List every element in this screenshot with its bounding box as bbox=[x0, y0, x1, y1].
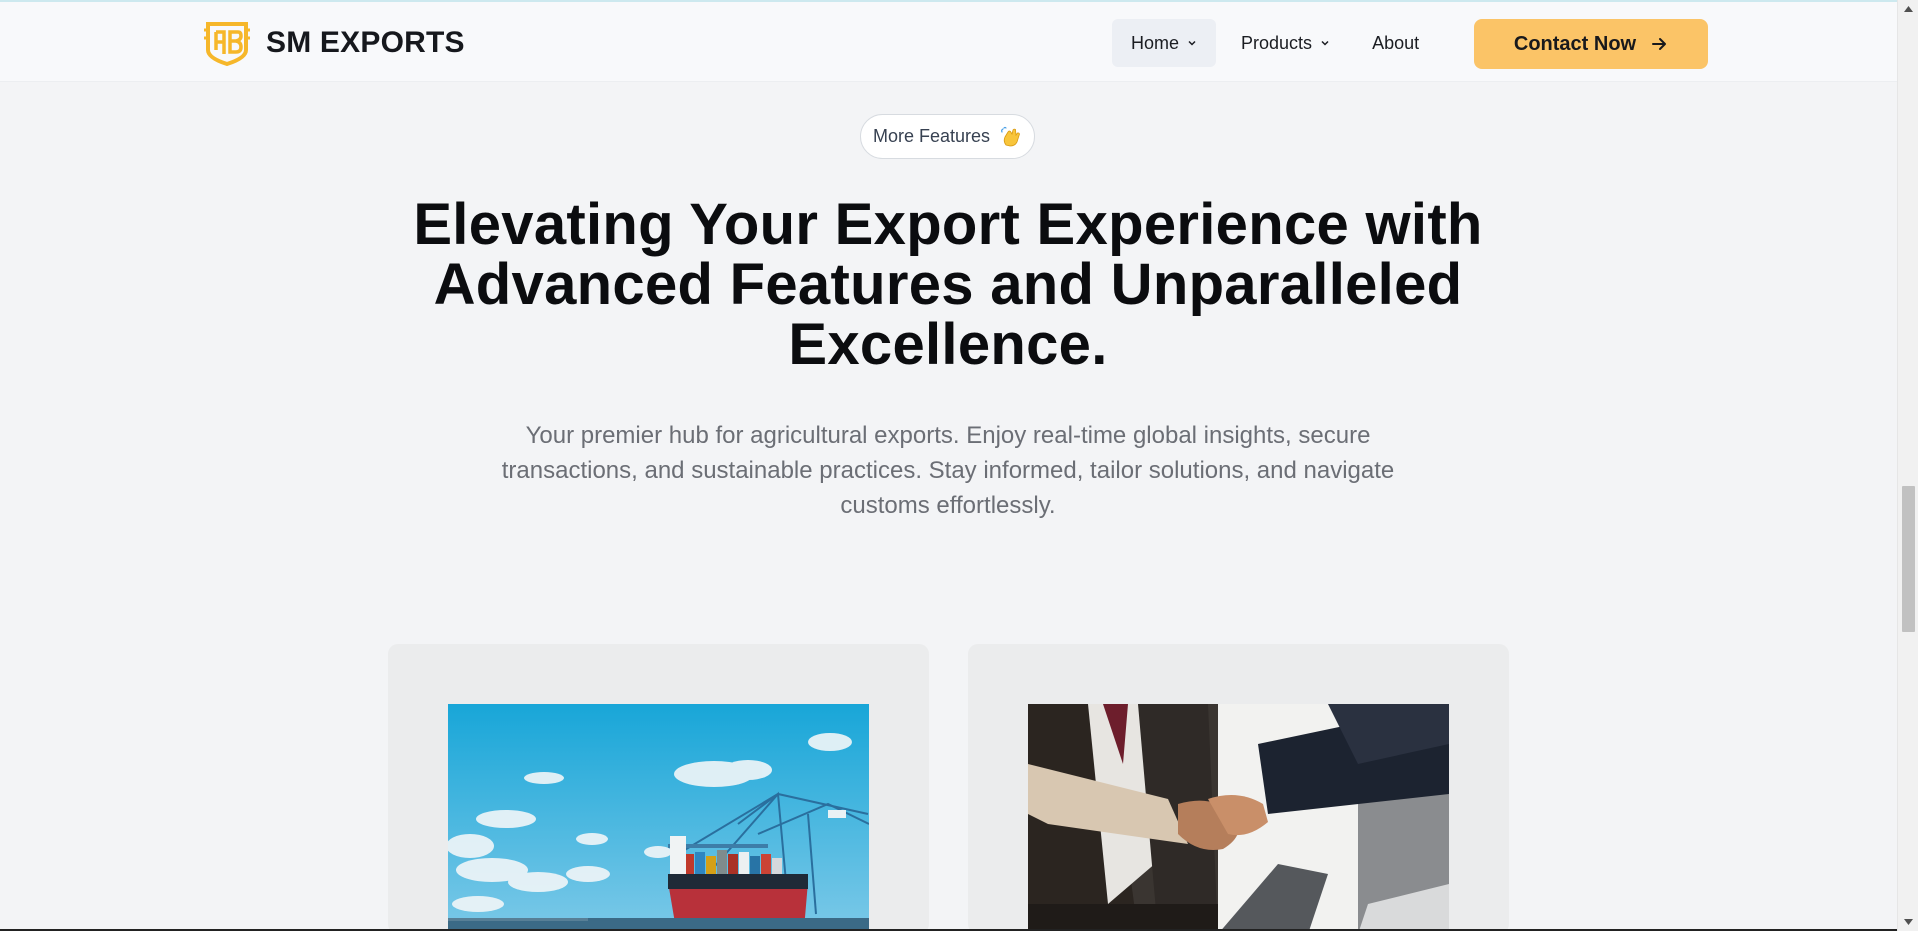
contact-now-label: Contact Now bbox=[1513, 32, 1637, 55]
scroll-down-arrow-icon[interactable] bbox=[1903, 917, 1914, 927]
waving-hand-icon bbox=[1001, 126, 1020, 146]
hero-title: Elevating Your Export Experience with Ad… bbox=[413, 192, 1483, 377]
business-handshake-image bbox=[1028, 704, 1449, 931]
nav-home-label: Home bbox=[1131, 32, 1180, 53]
feature-card bbox=[388, 644, 929, 931]
nav-home[interactable]: Home bbox=[1112, 19, 1217, 67]
nav-about-label: About bbox=[1372, 32, 1420, 53]
container-ship-port-image bbox=[448, 704, 869, 931]
more-features-badge: More Features bbox=[860, 114, 1035, 159]
nav-products-label: Products bbox=[1241, 32, 1313, 53]
main-nav: Home Products About bbox=[1112, 19, 1438, 67]
container-ship-illustration bbox=[448, 704, 869, 931]
handshake-illustration bbox=[1028, 704, 1449, 931]
scrollbar-thumb[interactable] bbox=[1902, 486, 1915, 632]
page-scrollbar[interactable] bbox=[1897, 0, 1918, 931]
chevron-down-icon bbox=[1321, 40, 1329, 46]
sm-logo-icon bbox=[204, 22, 250, 66]
nav-products[interactable]: Products bbox=[1222, 19, 1349, 67]
scroll-up-arrow-icon[interactable] bbox=[1903, 4, 1914, 14]
brand-logo[interactable]: SM EXPORTS bbox=[202, 20, 465, 66]
hero-subtitle: Your premier hub for agricultural export… bbox=[501, 422, 1395, 519]
site-header: SM EXPORTS Home Products About Contact N… bbox=[0, 2, 1897, 82]
arrow-right-icon bbox=[1652, 38, 1667, 50]
more-features-label: More Features bbox=[872, 126, 991, 146]
chevron-down-icon bbox=[1188, 40, 1196, 46]
feature-card bbox=[968, 644, 1509, 931]
nav-about[interactable]: About bbox=[1353, 19, 1438, 67]
contact-now-button[interactable]: Contact Now bbox=[1474, 19, 1708, 69]
brand-name: SM EXPORTS bbox=[266, 26, 465, 59]
